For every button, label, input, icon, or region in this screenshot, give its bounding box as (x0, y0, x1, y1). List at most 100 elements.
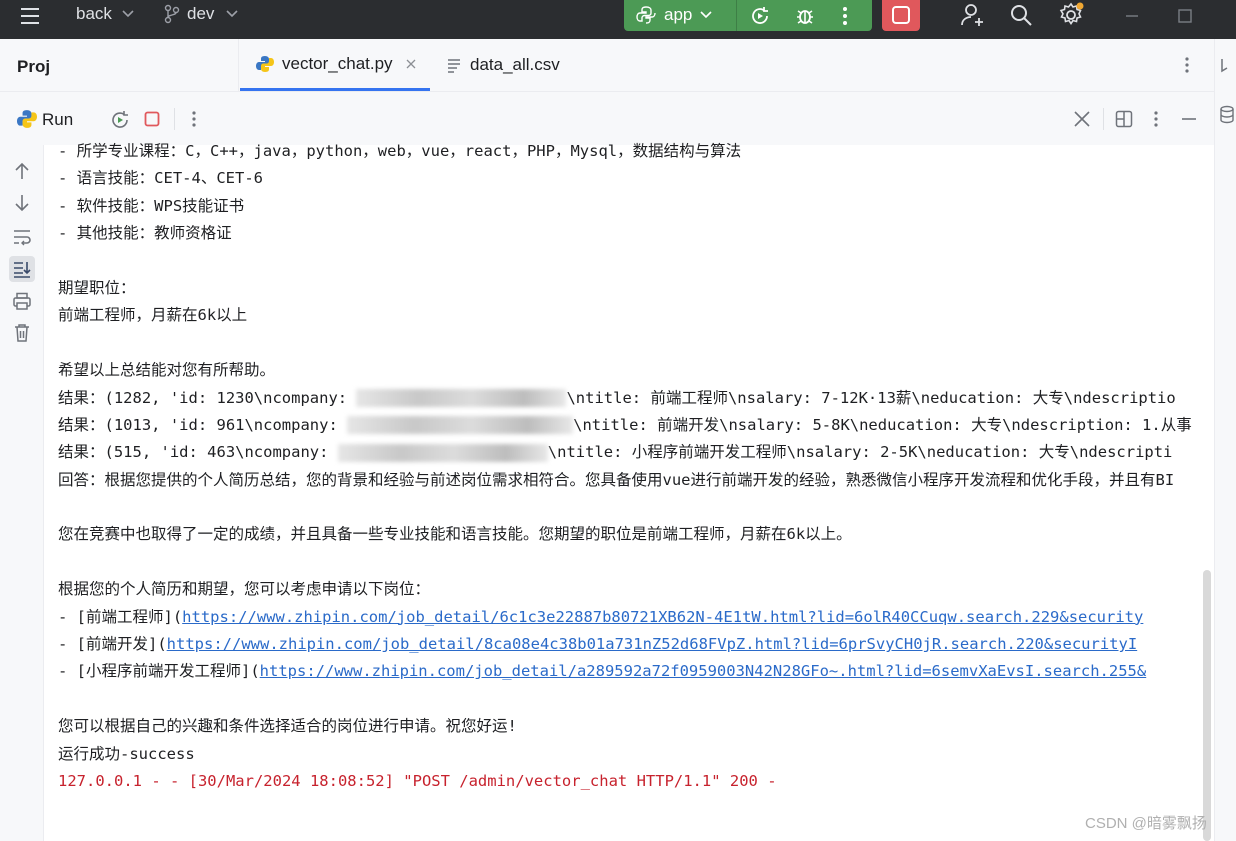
console-line: 根据您的个人简历和期望，您可以考虑申请以下岗位： (58, 580, 431, 599)
console-scrollbar[interactable] (1203, 570, 1211, 841)
project-name: back (76, 4, 112, 23)
job-link-url[interactable]: https://www.zhipin.com/job_detail/6c1c3e… (182, 608, 1143, 626)
tab-vector-chat-py[interactable]: vector_chat.py (240, 39, 430, 91)
branch-name: dev (187, 4, 215, 23)
debug-button[interactable] (794, 2, 816, 30)
add-user-button[interactable] (960, 1, 986, 29)
minimize-window-button[interactable] (1124, 2, 1140, 30)
answer-line: 回答：根据您提供的个人简历总结，您的背景和经验与前述岗位需求相符合。您具备使用v… (58, 470, 1175, 489)
console-line-partial (58, 127, 1214, 138)
arrow-up-icon (15, 162, 29, 179)
run-widget: app (624, 0, 872, 31)
arrow-down-icon (15, 195, 29, 212)
result-line: 结果：(1282, 'id: 1230\ncompany: \ntitle: 前… (58, 385, 1214, 412)
project-tool-window-label[interactable]: Proj (17, 57, 50, 77)
maximize-window-button[interactable] (1177, 2, 1193, 30)
branch-selector[interactable]: dev (163, 0, 238, 28)
text-file-icon (448, 59, 460, 73)
title-bar: back dev app (0, 0, 1236, 39)
notifications-icon (1221, 59, 1228, 73)
more-actions-button[interactable] (842, 2, 848, 30)
job-link-url[interactable]: https://www.zhipin.com/job_detail/a28959… (260, 662, 1147, 680)
divider (736, 0, 737, 31)
job-link-line: - [前端开发](https://www.zhipin.com/job_deta… (58, 631, 1214, 658)
close-icon[interactable] (1073, 110, 1091, 128)
tab-options-button[interactable] (1184, 39, 1190, 91)
soft-wrap-icon (14, 230, 31, 246)
tab-label: data_all.csv (470, 55, 560, 74)
request-log-line: 127.0.0.1 - - [30/Mar/2024 18:08:52] "PO… (58, 771, 777, 790)
run-config-label: app (664, 5, 693, 24)
job-link-prefix: - [前端工程师]( (58, 607, 183, 626)
hide-panel-icon[interactable] (1180, 110, 1198, 128)
divider (238, 39, 239, 91)
tab-label: vector_chat.py (282, 53, 393, 73)
result-prefix: 结果：(1013, 'id: 961\ncompany: (58, 415, 348, 434)
more-vertical-icon[interactable] (1153, 110, 1159, 128)
job-link-prefix: - [前端开发]( (58, 635, 167, 654)
close-icon (406, 59, 416, 68)
tab-data-all-csv[interactable]: data_all.csv (446, 39, 560, 91)
gear-icon (1059, 2, 1084, 25)
job-link-url[interactable]: https://www.zhipin.com/job_detail/8ca08e… (167, 635, 1138, 653)
editor-tab-bar (0, 39, 1214, 92)
minimize-icon (1126, 15, 1138, 17)
status-line: 运行成功-success (58, 744, 195, 763)
job-link-prefix: - [小程序前端开发工程师]( (58, 662, 260, 681)
scroll-to-end-icon (14, 262, 31, 278)
bug-icon (797, 10, 813, 24)
trash-icon (15, 324, 29, 342)
git-branch-icon (164, 4, 180, 24)
console-line: 您可以根据自己的兴趣和条件选择适合的岗位进行申请。祝您好运! (58, 717, 517, 736)
rerun-button[interactable] (749, 2, 771, 30)
stop-button[interactable] (882, 0, 920, 31)
more-vertical-icon (1185, 57, 1189, 73)
scroll-up-button[interactable] (11, 160, 33, 182)
result-suffix: \ntitle: 前端工程师\nsalary: 7-12K·13薪\neduca… (566, 388, 1176, 407)
job-link-line: - [小程序前端开发工程师](https://www.zhipin.com/jo… (58, 658, 1214, 685)
redacted-company (347, 416, 574, 435)
stop-icon[interactable] (144, 111, 160, 127)
redacted-company (356, 389, 567, 408)
result-line: 结果：(515, 'id: 463\ncompany: \ntitle: 小程序… (58, 439, 1214, 466)
scroll-to-end-button[interactable] (9, 256, 35, 282)
chevron-down-icon (226, 10, 238, 18)
search-icon (1011, 5, 1032, 26)
scroll-down-button[interactable] (11, 192, 33, 214)
console-line: 期望职位： (58, 278, 136, 297)
console-line: - 软件技能：WPS技能证书 (58, 196, 245, 215)
console-line: - 其他技能：教师资格证 (58, 224, 232, 243)
console-line: - 语言技能：CET-4、CET-6 (58, 169, 263, 188)
result-suffix: \ntitle: 小程序前端开发工程师\nsalary: 2-5K\neduca… (547, 443, 1173, 462)
result-prefix: 结果：(1282, 'id: 1230\ncompany: (58, 388, 357, 407)
python-file-icon (256, 55, 274, 72)
job-link-line: - [前端工程师](https://www.zhipin.com/job_det… (58, 604, 1214, 631)
more-vertical-icon[interactable] (191, 110, 197, 128)
chevron-down-icon (122, 10, 134, 18)
clear-console-button[interactable] (11, 322, 33, 344)
print-icon (13, 292, 31, 310)
settings-button[interactable] (1058, 1, 1084, 29)
python-icon (636, 6, 656, 24)
result-suffix: \ntitle: 前端开发\nsalary: 5-8K\neducation: … (573, 415, 1192, 434)
chevron-down-icon (700, 11, 712, 19)
main-menu-icon[interactable] (18, 2, 42, 30)
search-button[interactable] (1009, 1, 1033, 29)
print-button[interactable] (11, 290, 33, 312)
run-config-selector[interactable]: app (636, 1, 712, 29)
result-prefix: 结果：(515, 'id: 463\ncompany: (58, 443, 338, 462)
more-vertical-icon (843, 7, 847, 25)
console-gutter (0, 145, 44, 841)
stop-icon (892, 6, 910, 24)
add-user-icon (961, 4, 983, 26)
layout-icon[interactable] (1115, 110, 1133, 128)
console-output[interactable]: - 所学专业课程：C，C++，java，python，web，vue，react… (58, 127, 1214, 841)
console-line: 您在竞赛中也取得了一定的成绩，并且具备一些专业技能和语言技能。您期望的职位是前端… (58, 525, 852, 544)
project-selector[interactable]: back (76, 0, 134, 28)
soft-wrap-button[interactable] (11, 226, 33, 248)
right-tool-strip (1214, 39, 1236, 841)
